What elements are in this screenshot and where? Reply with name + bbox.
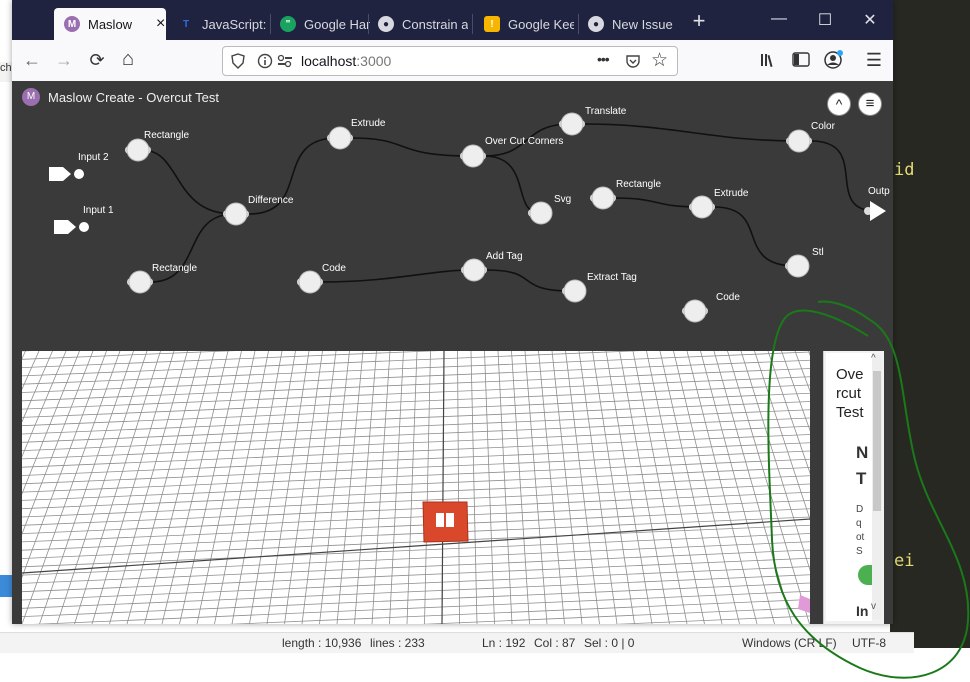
green-scribble bbox=[767, 300, 970, 679]
annotation-overlay bbox=[767, 300, 970, 679]
